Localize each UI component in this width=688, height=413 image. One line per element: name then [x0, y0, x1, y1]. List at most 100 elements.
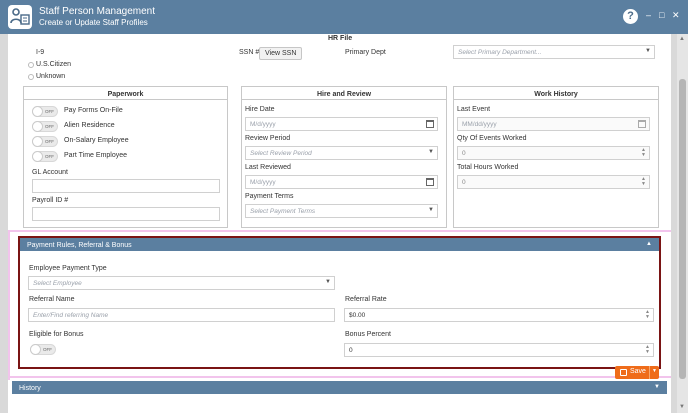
- part-time-label: Part Time Employee: [64, 152, 128, 159]
- chevron-down-icon: ▼: [325, 279, 331, 285]
- calendar-icon[interactable]: [426, 178, 434, 186]
- title-bar: Staff Person Management Create or Update…: [0, 0, 688, 34]
- total-hours-input[interactable]: 0 ▲ ▼: [457, 175, 650, 189]
- alien-residence-label: Alien Residence: [64, 122, 115, 129]
- eligible-bonus-label: Eligible for Bonus: [29, 331, 84, 338]
- chevron-up-icon[interactable]: ▲: [646, 241, 652, 247]
- ssn-label: SSN #: [239, 49, 260, 56]
- minimize-button[interactable]: –: [646, 10, 651, 20]
- hire-date-label: Hire Date: [245, 106, 275, 113]
- chevron-down-icon: ▼: [645, 48, 651, 54]
- part-time-toggle[interactable]: OFF: [32, 151, 58, 162]
- toggle-state: OFF: [43, 347, 52, 352]
- close-button[interactable]: ✕: [672, 10, 680, 21]
- bonus-percent-label: Bonus Percent: [345, 331, 391, 338]
- toggle-knob: [32, 151, 43, 162]
- referral-name-label: Referral Name: [29, 296, 75, 303]
- review-period-label: Review Period: [245, 135, 291, 142]
- maximize-button[interactable]: □: [659, 10, 664, 20]
- qty-events-input[interactable]: 0 ▲ ▼: [457, 146, 650, 160]
- scrollbar-thumb[interactable]: [679, 79, 686, 379]
- spinner-icon[interactable]: ▲ ▼: [645, 345, 650, 355]
- primary-dept-select[interactable]: Select Primary Department... ▼: [453, 45, 655, 59]
- calendar-icon[interactable]: [426, 120, 434, 128]
- payroll-id-input[interactable]: [32, 207, 220, 221]
- referral-rate-label: Referral Rate: [345, 296, 387, 303]
- app-logo-icon: [8, 5, 32, 29]
- hire-date-input[interactable]: M/d/yyyy: [245, 117, 438, 131]
- toggle-state: OFF: [45, 109, 54, 114]
- help-button[interactable]: ?: [623, 9, 638, 24]
- vertical-scrollbar[interactable]: ▲ ▼: [677, 34, 688, 413]
- on-salary-label: On-Salary Employee: [64, 137, 129, 144]
- window-title: Staff Person Management: [39, 6, 155, 17]
- calendar-icon[interactable]: [638, 120, 646, 128]
- history-title: History: [19, 385, 41, 392]
- hire-review-title: Hire and Review: [316, 91, 372, 98]
- on-salary-toggle[interactable]: OFF: [32, 136, 58, 147]
- spinner-icon[interactable]: ▲ ▼: [645, 310, 650, 320]
- chevron-down-icon: ▼: [428, 207, 434, 213]
- main-content: HR File I-9 U.S.Citizen Unknown SSN # Vi…: [8, 34, 671, 413]
- work-history-panel: Work History Last Event MM/dd/yyyy Qty O…: [453, 86, 659, 228]
- eligible-bonus-toggle[interactable]: OFF: [30, 344, 56, 355]
- citizen-option-label: U.S.Citizen: [36, 61, 72, 68]
- unknown-option-label: Unknown: [36, 73, 66, 80]
- last-reviewed-input[interactable]: M/d/yyyy: [245, 175, 438, 189]
- last-event-label: Last Event: [457, 106, 491, 113]
- divider: [649, 366, 650, 379]
- i9-label: I-9: [36, 49, 45, 56]
- last-event-input[interactable]: MM/dd/yyyy: [457, 117, 650, 131]
- unknown-radio[interactable]: [28, 74, 34, 80]
- citizen-radio[interactable]: [28, 62, 34, 68]
- chevron-down-icon: ▼: [428, 149, 434, 155]
- bonus-percent-input[interactable]: 0 ▲ ▼: [344, 343, 654, 357]
- spinner-icon[interactable]: ▲ ▼: [641, 148, 646, 158]
- pay-forms-toggle[interactable]: OFF: [32, 106, 58, 117]
- payment-rules-header[interactable]: Payment Rules, Referral & Bonus ▲: [20, 238, 659, 251]
- referral-rate-input[interactable]: $0.00 ▲ ▼: [344, 308, 654, 322]
- window-subtitle: Create or Update Staff Profiles: [39, 18, 148, 27]
- history-header[interactable]: History ▼: [12, 381, 667, 394]
- hire-review-panel: Hire and Review Hire Date M/d/yyyy Revie…: [241, 86, 447, 228]
- highlight-line: [8, 230, 671, 232]
- scroll-up-icon[interactable]: ▲: [679, 36, 685, 42]
- review-period-select[interactable]: Select Review Period ▼: [245, 146, 438, 160]
- gl-account-input[interactable]: [32, 179, 220, 193]
- toggle-state: OFF: [45, 124, 54, 129]
- divider: [24, 99, 227, 100]
- payroll-id-label: Payroll ID #: [32, 197, 69, 204]
- qty-events-label: Qty Of Events Worked: [457, 135, 527, 142]
- last-reviewed-label: Last Reviewed: [245, 164, 291, 171]
- chevron-down-icon[interactable]: ▼: [654, 384, 660, 390]
- divider: [454, 99, 658, 100]
- view-ssn-button[interactable]: View SSN: [259, 47, 303, 60]
- save-icon: [620, 369, 627, 376]
- divider: [242, 99, 446, 100]
- highlight-line: [8, 230, 10, 380]
- alien-residence-toggle[interactable]: OFF: [32, 121, 58, 132]
- toggle-knob: [32, 136, 43, 147]
- spinner-icon[interactable]: ▲ ▼: [641, 177, 646, 187]
- paperwork-panel: Paperwork OFF Pay Forms On-File OFF Alie…: [23, 86, 228, 228]
- referral-name-input[interactable]: Enter/Find referring Name: [28, 308, 335, 322]
- toggle-state: OFF: [45, 139, 54, 144]
- payment-rules-title: Payment Rules, Referral & Bonus: [27, 242, 132, 249]
- toggle-state: OFF: [45, 154, 54, 159]
- hr-file-heading: HR File: [328, 35, 353, 42]
- payment-terms-select[interactable]: Select Payment Terms ▼: [245, 204, 438, 218]
- scroll-down-icon[interactable]: ▼: [679, 404, 685, 410]
- primary-dept-label: Primary Dept: [345, 49, 386, 56]
- work-history-title: Work History: [534, 91, 578, 98]
- pay-forms-label: Pay Forms On-File: [64, 107, 123, 114]
- payment-terms-label: Payment Terms: [245, 193, 294, 200]
- save-label: Save: [630, 368, 646, 375]
- toggle-knob: [30, 344, 41, 355]
- total-hours-label: Total Hours Worked: [457, 164, 519, 171]
- employee-payment-type-label: Employee Payment Type: [29, 265, 107, 272]
- chevron-down-icon[interactable]: ▼: [652, 368, 657, 374]
- save-button[interactable]: Save ▼: [615, 366, 659, 379]
- paperwork-title: Paperwork: [107, 91, 144, 98]
- highlight-line: [8, 376, 671, 378]
- employee-payment-type-select[interactable]: Select Employee ▼: [28, 276, 335, 290]
